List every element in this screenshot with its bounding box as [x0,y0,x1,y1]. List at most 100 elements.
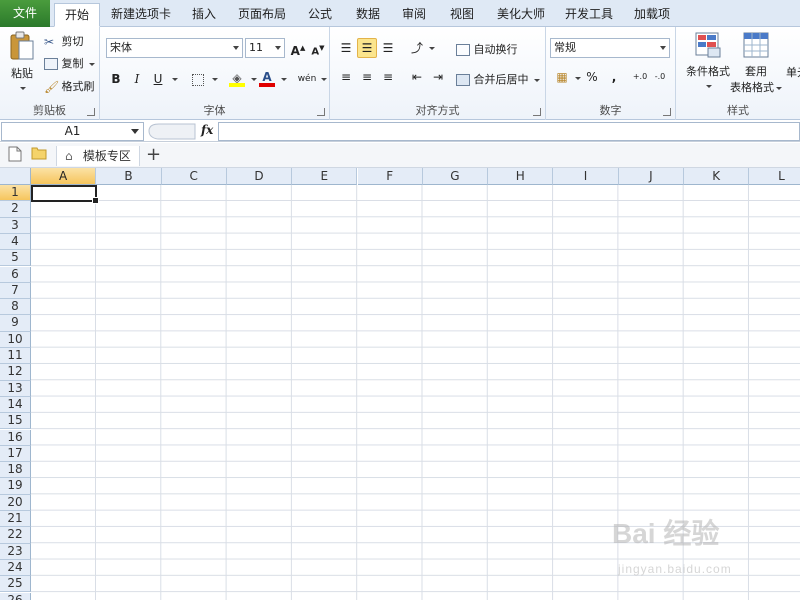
tab-developer[interactable]: 开发工具 [558,3,620,27]
row-header-25[interactable]: 25 [0,576,31,593]
accounting-dropdown-icon[interactable] [575,77,581,80]
clipboard-launcher-icon[interactable] [87,108,95,116]
cell-styles-button[interactable]: 单元 [786,64,800,80]
row-header-21[interactable]: 21 [0,511,31,528]
tab-beautify-master[interactable]: 美化大师 [490,3,552,27]
percent-button[interactable]: % [582,67,602,87]
paste-button[interactable]: 粘贴 [6,31,38,90]
number-format-select[interactable]: 常规 [550,38,670,58]
tab-page-layout[interactable]: 页面布局 [232,3,292,27]
font-launcher-icon[interactable] [317,108,325,116]
align-center-button[interactable]: ≡ [357,67,377,87]
underline-button[interactable]: U [148,69,168,89]
open-folder-button[interactable] [31,146,47,166]
column-header-j[interactable]: J [618,168,684,185]
row-header-15[interactable]: 15 [0,413,31,430]
tab-home[interactable]: 开始 [54,3,100,27]
tab-formulas[interactable]: 公式 [298,3,342,27]
column-header-e[interactable]: E [292,168,358,185]
phonetic-dropdown-icon[interactable] [321,78,327,81]
copy-dropdown-icon[interactable] [89,62,95,66]
row-header-11[interactable]: 11 [0,348,31,365]
alignment-launcher-icon[interactable] [533,108,541,116]
align-right-button[interactable]: ≡ [378,67,398,87]
decrease-decimal-button[interactable]: -.0 [650,67,670,87]
format-as-table-button[interactable]: 套用 表格格式 [730,31,782,95]
align-top-button[interactable]: ☰ [336,38,356,58]
row-header-5[interactable]: 5 [0,250,31,267]
format-painter-button[interactable]: 🖌 格式刷 [44,78,95,94]
column-header-l[interactable]: L [749,168,800,185]
merge-dropdown-icon[interactable] [534,78,540,82]
row-header-14[interactable]: 14 [0,396,31,414]
wrap-text-button[interactable]: 自动换行 [456,41,518,57]
row-header-12[interactable]: 12 [0,364,31,381]
format-as-table-dropdown-icon[interactable] [776,86,782,90]
accounting-format-button[interactable]: ▦ [552,67,572,87]
conditional-format-dropdown-icon[interactable] [706,84,712,88]
font-name-select[interactable]: 宋体 [106,38,243,58]
row-header-1[interactable]: 1 [0,185,31,202]
fill-color-button[interactable]: ◈ [227,67,247,87]
tab-view[interactable]: 视图 [440,3,484,27]
comma-button[interactable]: , [604,67,624,87]
row-header-22[interactable]: 22 [0,527,31,544]
font-color-dropdown-icon[interactable] [281,78,287,81]
row-header-8[interactable]: 8 [0,299,31,316]
copy-button[interactable]: 复制 [44,55,95,71]
border-button[interactable] [188,69,208,89]
bold-button[interactable]: B [106,69,126,89]
tab-addins[interactable]: 加载项 [626,3,678,27]
align-middle-button[interactable]: ☰ [357,38,377,58]
select-all-corner[interactable] [0,168,31,185]
column-header-b[interactable]: B [96,168,162,185]
row-header-20[interactable]: 20 [0,494,31,511]
font-size-select[interactable]: 11 [245,38,285,58]
row-header-3[interactable]: 3 [0,217,31,234]
new-document-button[interactable] [8,146,22,166]
column-header-f[interactable]: F [357,168,423,185]
column-header-g[interactable]: G [422,168,489,185]
tab-review[interactable]: 审阅 [392,3,436,27]
row-header-24[interactable]: 24 [0,559,31,577]
paste-dropdown-icon[interactable] [20,86,26,90]
row-header-26[interactable]: 26 [0,592,31,600]
phonetic-button[interactable]: wén [297,69,317,89]
number-launcher-icon[interactable] [663,108,671,116]
merge-center-button[interactable]: 合并后居中 [456,71,540,87]
column-header-d[interactable]: D [226,168,293,185]
underline-dropdown-icon[interactable] [172,78,178,81]
grow-font-button[interactable]: A▲ [288,38,308,58]
align-bottom-button[interactable]: ☰ [378,38,398,58]
column-header-k[interactable]: K [684,168,750,185]
tab-template-zone[interactable]: ⌂ 模板专区 [56,146,140,166]
font-color-button[interactable]: A [257,67,277,87]
active-cell-a1[interactable] [31,185,99,204]
orientation-button[interactable]: ⤴ [407,38,427,58]
decrease-indent-button[interactable]: ⇤ [407,67,427,87]
orientation-dropdown-icon[interactable] [429,47,435,50]
row-header-18[interactable]: 18 [0,462,31,479]
column-header-h[interactable]: H [488,168,554,185]
insert-function-button[interactable]: fx [201,123,213,137]
column-header-a[interactable]: A [31,168,97,185]
cut-button[interactable]: ✂ 剪切 [44,33,84,49]
row-header-13[interactable]: 13 [0,380,31,397]
row-header-23[interactable]: 23 [0,543,31,560]
shrink-font-button[interactable]: A▼ [308,38,328,58]
row-header-10[interactable]: 10 [0,331,31,348]
column-header-c[interactable]: C [161,168,227,185]
row-header-9[interactable]: 9 [0,315,31,332]
tab-insert[interactable]: 插入 [182,3,226,27]
name-box[interactable]: A1 [1,122,144,141]
formula-input[interactable] [218,122,800,141]
row-header-17[interactable]: 17 [0,445,31,463]
row-header-7[interactable]: 7 [0,282,31,300]
row-header-6[interactable]: 6 [0,266,31,283]
increase-indent-button[interactable]: ⇥ [428,67,448,87]
border-dropdown-icon[interactable] [212,78,218,81]
conditional-format-button[interactable]: 条件格式 [680,31,736,92]
align-left-button[interactable]: ≡ [336,67,356,87]
formula-handle-icon[interactable] [147,122,197,141]
row-header-2[interactable]: 2 [0,201,31,218]
